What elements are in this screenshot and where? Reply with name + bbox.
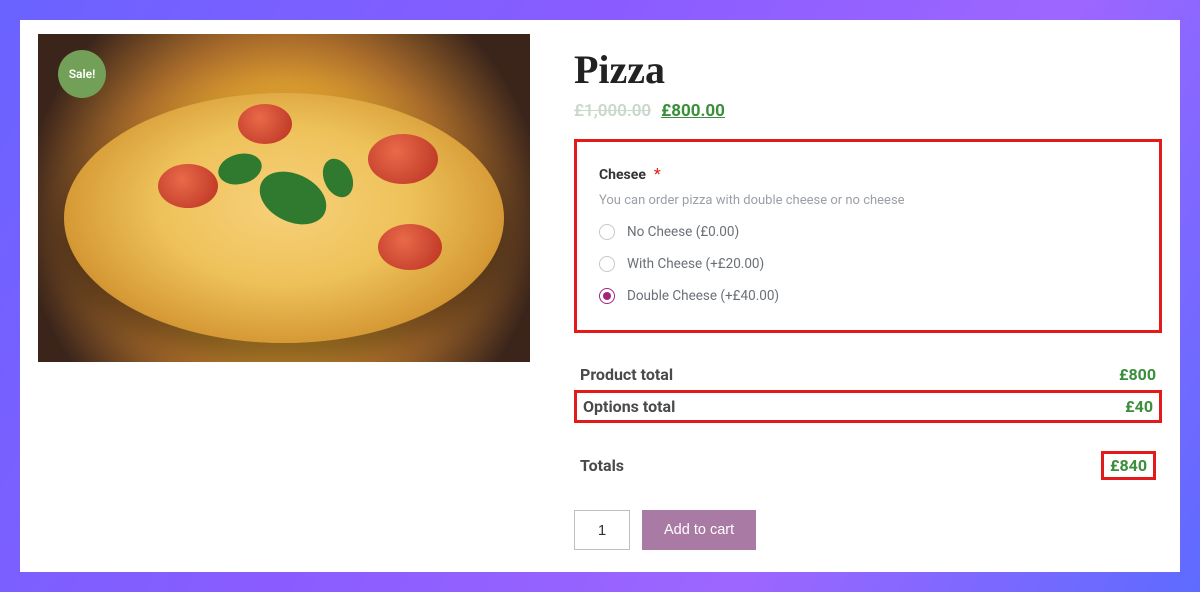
options-total-amount: £40 xyxy=(1125,397,1153,416)
grand-total-amount: £840 xyxy=(1101,451,1156,480)
required-marker: * xyxy=(654,164,661,183)
product-total-amount: £800 xyxy=(1119,365,1156,384)
cheese-options-group: Chesee * You can order pizza with double… xyxy=(574,139,1162,333)
grand-total-row: Totals £840 xyxy=(574,445,1162,486)
price-new: £800.00 xyxy=(661,101,725,121)
price-old: £1,000.00 xyxy=(574,101,651,121)
option-with-cheese[interactable]: With Cheese (+£20.00) xyxy=(599,256,1137,272)
radio-icon xyxy=(599,288,615,304)
totals-section: Product total £800 Options total £40 Tot… xyxy=(574,359,1162,486)
options-total-label: Options total xyxy=(583,397,675,416)
price: £1,000.00 £800.00 xyxy=(574,101,1162,121)
product-total-row: Product total £800 xyxy=(574,359,1162,390)
product-title: Pizza xyxy=(574,46,1162,93)
product-page: Sale! Pizza £1,000.00 £800.00 Chesee * Y… xyxy=(20,20,1180,572)
product-image xyxy=(38,34,530,362)
option-label: With Cheese (+£20.00) xyxy=(627,256,764,272)
radio-icon xyxy=(599,224,615,240)
option-label: No Cheese (£0.00) xyxy=(627,224,739,240)
sale-badge: Sale! xyxy=(58,50,106,98)
options-total-row: Options total £40 xyxy=(574,390,1162,423)
cart-row: Add to cart xyxy=(574,510,1162,550)
option-double-cheese[interactable]: Double Cheese (+£40.00) xyxy=(599,288,1137,304)
grand-total-label: Totals xyxy=(580,456,624,475)
radio-icon xyxy=(599,256,615,272)
product-total-label: Product total xyxy=(580,365,673,384)
options-help: You can order pizza with double cheese o… xyxy=(599,193,1137,208)
options-label-row: Chesee * xyxy=(599,164,1137,183)
product-details: Pizza £1,000.00 £800.00 Chesee * You can… xyxy=(574,34,1162,554)
option-label: Double Cheese (+£40.00) xyxy=(627,288,779,304)
option-no-cheese[interactable]: No Cheese (£0.00) xyxy=(599,224,1137,240)
options-label: Chesee xyxy=(599,167,646,183)
quantity-input[interactable] xyxy=(574,510,630,550)
product-image-column: Sale! xyxy=(38,34,530,554)
add-to-cart-button[interactable]: Add to cart xyxy=(642,510,756,550)
